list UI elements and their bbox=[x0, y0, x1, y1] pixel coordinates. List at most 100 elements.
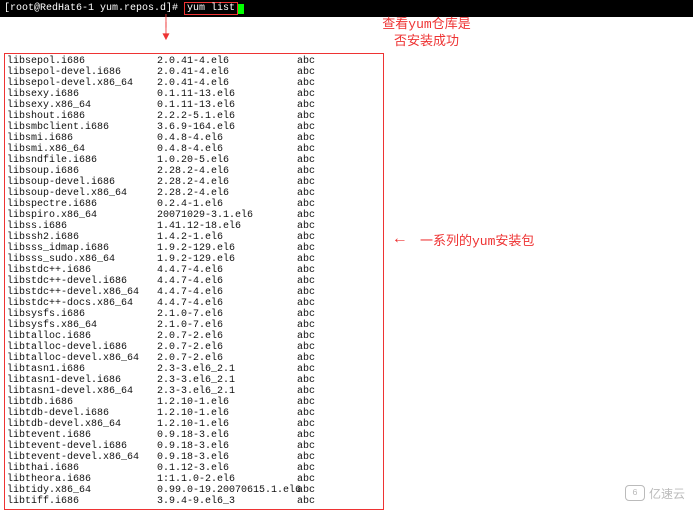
table-row: libsexy.x86_640.1.11-13.el6abc bbox=[7, 100, 381, 111]
package-repo: abc bbox=[297, 155, 381, 166]
table-row: libsmbclient.i6863.6.9-164.el6abc bbox=[7, 122, 381, 133]
table-row: libshout.i6862.2.2-5.1.el6abc bbox=[7, 111, 381, 122]
table-row: libsmi.i6860.4.8-4.el6abc bbox=[7, 133, 381, 144]
table-row: libstdc++.i6864.4.7-4.el6abc bbox=[7, 265, 381, 276]
table-row: libtalloc-devel.i6862.0.7-2.el6abc bbox=[7, 342, 381, 353]
package-repo: abc bbox=[297, 364, 381, 375]
package-name: libsss_idmap.i686 bbox=[7, 243, 157, 254]
package-version: 2.3-3.el6_2.1 bbox=[157, 364, 297, 375]
package-repo: abc bbox=[297, 287, 381, 298]
package-version: 0.1.11-13.el6 bbox=[157, 100, 297, 111]
package-version: 2.0.41-4.el6 bbox=[157, 78, 297, 89]
package-name: libtidy.x86_64 bbox=[7, 485, 157, 496]
annotation-top-line1: 查看yum仓库是 bbox=[160, 17, 693, 34]
package-version: 1.4.2-1.el6 bbox=[157, 232, 297, 243]
package-version: 2.3-3.el6_2.1 bbox=[157, 386, 297, 397]
table-row: libsysfs.i6862.1.0-7.el6abc bbox=[7, 309, 381, 320]
table-row: libssh2.i6861.4.2-1.el6abc bbox=[7, 232, 381, 243]
package-name: libsepol-devel.x86_64 bbox=[7, 78, 157, 89]
package-name: libsepol-devel.i686 bbox=[7, 67, 157, 78]
package-name: libtasn1-devel.i686 bbox=[7, 375, 157, 386]
package-name: libsndfile.i686 bbox=[7, 155, 157, 166]
package-name: libtevent.i686 bbox=[7, 430, 157, 441]
package-version: 0.4.8-4.el6 bbox=[157, 133, 297, 144]
package-version: 4.4.7-4.el6 bbox=[157, 276, 297, 287]
table-row: libspiro.x86_6420071029-3.1.el6abc bbox=[7, 210, 381, 221]
package-version: 20071029-3.1.el6 bbox=[157, 210, 297, 221]
table-row: libsysfs.x86_642.1.0-7.el6abc bbox=[7, 320, 381, 331]
package-repo: abc bbox=[297, 309, 381, 320]
package-name: libtasn1.i686 bbox=[7, 364, 157, 375]
package-version: 2.28.2-4.el6 bbox=[157, 188, 297, 199]
package-repo: abc bbox=[297, 320, 381, 331]
package-repo: abc bbox=[297, 386, 381, 397]
package-version: 4.4.7-4.el6 bbox=[157, 265, 297, 276]
package-version: 0.1.11-13.el6 bbox=[157, 89, 297, 100]
table-row: libstdc++-devel.x86_644.4.7-4.el6abc bbox=[7, 287, 381, 298]
package-repo: abc bbox=[297, 496, 381, 507]
package-version: 2.0.7-2.el6 bbox=[157, 342, 297, 353]
package-name: libsoup.i686 bbox=[7, 166, 157, 177]
package-repo: abc bbox=[297, 474, 381, 485]
package-name: libtasn1-devel.x86_64 bbox=[7, 386, 157, 397]
package-repo: abc bbox=[297, 254, 381, 265]
package-repo: abc bbox=[297, 452, 381, 463]
table-row: libspectre.i6860.2.4-1.el6abc bbox=[7, 199, 381, 210]
package-version: 0.1.12-3.el6 bbox=[157, 463, 297, 474]
package-repo: abc bbox=[297, 232, 381, 243]
table-row: libsss_sudo.x86_641.9.2-129.el6abc bbox=[7, 254, 381, 265]
package-repo: abc bbox=[297, 342, 381, 353]
package-version: 4.4.7-4.el6 bbox=[157, 298, 297, 309]
package-version: 2.28.2-4.el6 bbox=[157, 177, 297, 188]
package-version: 3.6.9-164.el6 bbox=[157, 122, 297, 133]
arrow-left-icon: ← bbox=[395, 230, 405, 248]
package-repo: abc bbox=[297, 397, 381, 408]
package-name: libsmbclient.i686 bbox=[7, 122, 157, 133]
annotation-side: 一系列的yum安装包 bbox=[420, 230, 534, 249]
package-version: 1:1.1.0-2.el6 bbox=[157, 474, 297, 485]
package-repo: abc bbox=[297, 463, 381, 474]
package-version: 0.9.18-3.el6 bbox=[157, 452, 297, 463]
package-name: libstdc++.i686 bbox=[7, 265, 157, 276]
package-name: libsepol.i686 bbox=[7, 56, 157, 67]
package-repo: abc bbox=[297, 188, 381, 199]
package-repo: abc bbox=[297, 111, 381, 122]
table-row: libtasn1-devel.x86_642.3-3.el6_2.1abc bbox=[7, 386, 381, 397]
package-repo: abc bbox=[297, 441, 381, 452]
package-repo: abc bbox=[297, 430, 381, 441]
package-repo: abc bbox=[297, 243, 381, 254]
package-repo: abc bbox=[297, 144, 381, 155]
package-name: libshout.i686 bbox=[7, 111, 157, 122]
package-repo: abc bbox=[297, 298, 381, 309]
package-version: 0.9.18-3.el6 bbox=[157, 430, 297, 441]
package-name: libspectre.i686 bbox=[7, 199, 157, 210]
package-repo: abc bbox=[297, 67, 381, 78]
command-text[interactable]: yum list bbox=[187, 3, 235, 14]
package-repo: abc bbox=[297, 133, 381, 144]
table-row: libsmi.x86_640.4.8-4.el6abc bbox=[7, 144, 381, 155]
package-version: 1.0.20-5.el6 bbox=[157, 155, 297, 166]
package-name: libsysfs.i686 bbox=[7, 309, 157, 320]
watermark: 6 亿速云 bbox=[625, 485, 685, 502]
package-version: 3.9.4-9.el6_3 bbox=[157, 496, 297, 507]
table-row: libstdc++-devel.i6864.4.7-4.el6abc bbox=[7, 276, 381, 287]
table-row: libtalloc.i6862.0.7-2.el6abc bbox=[7, 331, 381, 342]
package-name: libss.i686 bbox=[7, 221, 157, 232]
package-name: libtalloc-devel.x86_64 bbox=[7, 353, 157, 364]
package-name: libtevent-devel.i686 bbox=[7, 441, 157, 452]
package-repo: abc bbox=[297, 419, 381, 430]
table-row: libsoup-devel.x86_642.28.2-4.el6abc bbox=[7, 188, 381, 199]
command-highlight-box: yum list bbox=[184, 2, 238, 15]
package-repo: abc bbox=[297, 276, 381, 287]
package-name: libstdc++-docs.x86_64 bbox=[7, 298, 157, 309]
package-version: 2.1.0-7.el6 bbox=[157, 309, 297, 320]
package-version: 4.4.7-4.el6 bbox=[157, 287, 297, 298]
package-name: libsexy.i686 bbox=[7, 89, 157, 100]
package-version: 2.2.2-5.1.el6 bbox=[157, 111, 297, 122]
package-version: 2.0.41-4.el6 bbox=[157, 56, 297, 67]
package-version: 2.3-3.el6_2.1 bbox=[157, 375, 297, 386]
package-name: libsysfs.x86_64 bbox=[7, 320, 157, 331]
package-repo: abc bbox=[297, 221, 381, 232]
table-row: libsndfile.i6861.0.20-5.el6abc bbox=[7, 155, 381, 166]
package-repo: abc bbox=[297, 331, 381, 342]
